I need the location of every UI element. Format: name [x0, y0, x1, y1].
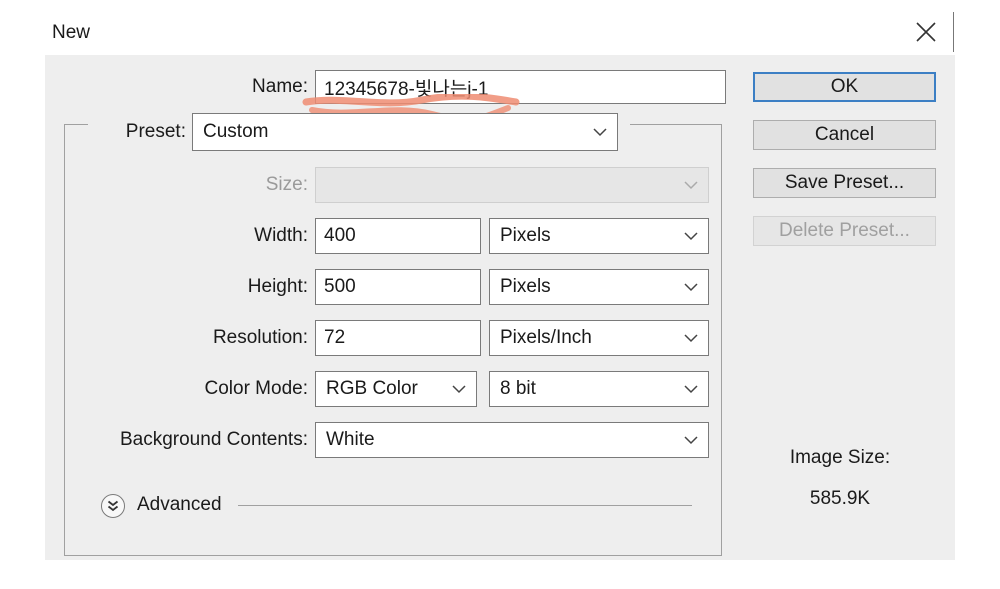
cancel-button[interactable]: Cancel [753, 120, 936, 150]
image-size-value: 585.9K [809, 488, 871, 509]
chevron-down-icon [452, 385, 466, 394]
image-size-label: Image Size: [789, 447, 891, 468]
height-input[interactable]: 500 [315, 269, 481, 305]
delete-preset-button[interactable]: Delete Preset... [753, 216, 936, 246]
bit-depth-value: 8 bit [500, 378, 536, 399]
advanced-label[interactable]: Advanced [137, 494, 222, 516]
color-mode-value: RGB Color [326, 378, 418, 399]
height-label: Height: [247, 276, 308, 297]
width-unit-select[interactable]: Pixels [489, 218, 709, 254]
group-label-gap-right [618, 118, 630, 130]
preset-label: Preset: [125, 121, 186, 142]
advanced-divider [238, 505, 692, 506]
dialog-title: New [52, 22, 91, 43]
resolution-input[interactable]: 72 [315, 320, 481, 356]
height-unit-select[interactable]: Pixels [489, 269, 709, 305]
background-contents-label: Background Contents: [119, 429, 308, 450]
background-contents-select[interactable]: White [315, 422, 709, 458]
preset-value: Custom [203, 121, 269, 142]
save-preset-button[interactable]: Save Preset... [753, 168, 936, 198]
chevron-down-icon [684, 385, 698, 394]
chevron-down-icon [684, 232, 698, 241]
chevron-down-icon [684, 283, 698, 292]
resolution-unit-select[interactable]: Pixels/Inch [489, 320, 709, 356]
width-label: Width: [254, 225, 308, 246]
size-select[interactable] [315, 167, 709, 203]
chevron-down-icon [593, 128, 607, 137]
width-unit-value: Pixels [500, 225, 551, 246]
ok-button[interactable]: OK [753, 72, 936, 102]
resolution-label: Resolution: [212, 327, 308, 348]
resolution-unit-value: Pixels/Inch [500, 327, 592, 348]
width-input[interactable]: 400 [315, 218, 481, 254]
close-icon[interactable] [914, 20, 938, 44]
window-edge-divider [953, 12, 954, 52]
bit-depth-select[interactable]: 8 bit [489, 371, 709, 407]
background-contents-value: White [326, 429, 375, 450]
chevron-down-icon [684, 181, 698, 190]
chevron-down-icon [684, 334, 698, 343]
color-mode-select[interactable]: RGB Color [315, 371, 477, 407]
expand-advanced-icon[interactable] [100, 493, 126, 519]
preset-select[interactable]: Custom [192, 113, 618, 151]
color-mode-label: Color Mode: [204, 378, 309, 399]
height-unit-value: Pixels [500, 276, 551, 297]
chevron-down-icon [684, 436, 698, 445]
name-label: Name: [252, 76, 308, 97]
size-label: Size: [265, 174, 308, 195]
